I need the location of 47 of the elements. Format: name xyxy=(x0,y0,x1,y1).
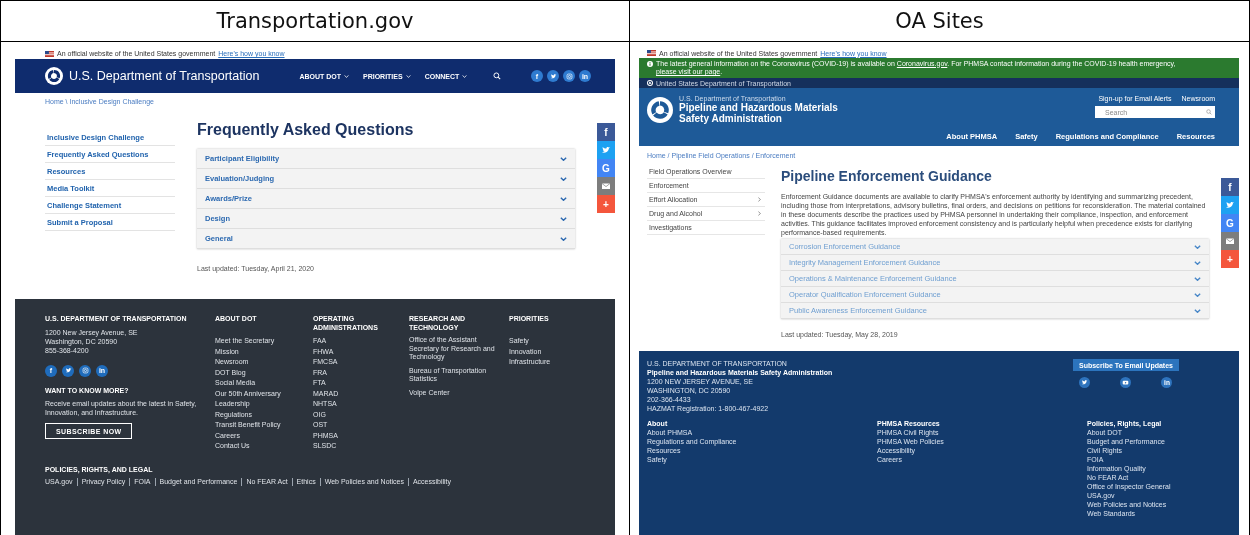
page-heading: Pipeline Enforcement Guidance xyxy=(781,168,993,184)
bird-icon xyxy=(64,367,72,374)
chevron-down-icon xyxy=(1194,244,1201,249)
column-heading: Transportation.gov xyxy=(216,9,414,33)
social-button[interactable] xyxy=(1079,377,1091,388)
info-icon xyxy=(647,61,653,67)
social-button[interactable] xyxy=(563,70,575,82)
envelope-icon xyxy=(601,181,611,191)
share-button[interactable] xyxy=(1221,232,1239,250)
chevron-down-icon xyxy=(1194,308,1201,313)
envelope-icon xyxy=(1225,236,1235,246)
share-button[interactable]: G xyxy=(1221,214,1239,232)
bird-icon xyxy=(601,145,611,155)
share-button[interactable]: f xyxy=(597,123,615,141)
social-button[interactable] xyxy=(62,364,74,377)
social-button[interactable] xyxy=(547,70,559,82)
chevron-down-icon xyxy=(560,176,567,181)
bird-icon xyxy=(1081,379,1089,386)
share-button[interactable] xyxy=(1221,196,1239,214)
chevron-down-icon xyxy=(1194,260,1201,265)
caret-icon xyxy=(344,74,349,78)
chevron-down-icon xyxy=(1194,292,1201,297)
share-button[interactable]: f xyxy=(1221,178,1239,196)
share-button[interactable]: G xyxy=(597,159,615,177)
social-button[interactable] xyxy=(1120,377,1132,388)
chevron-down-icon xyxy=(560,236,567,241)
share-button[interactable] xyxy=(597,177,615,195)
social-button[interactable] xyxy=(79,364,91,377)
column-heading: OA Sites xyxy=(895,9,984,33)
page-heading: Frequently Asked Questions xyxy=(197,121,415,139)
chevron-down-icon xyxy=(560,196,567,201)
bird-icon xyxy=(1225,200,1235,210)
site-title[interactable]: Pipeline and Hazardous Materials Safety Administration xyxy=(679,102,838,124)
site-title[interactable]: U.S. Department of Transportation xyxy=(69,69,260,83)
search-icon[interactable] xyxy=(493,72,502,80)
camera-icon xyxy=(81,367,89,374)
caret-icon xyxy=(405,74,411,78)
caret-icon xyxy=(462,74,468,78)
swirl-logo-icon xyxy=(647,96,673,123)
chevron-down-icon xyxy=(560,156,567,161)
bird-icon xyxy=(549,72,557,80)
swirl-logo-icon xyxy=(45,67,63,85)
chevron-down-icon xyxy=(560,216,567,221)
camera-icon xyxy=(565,72,573,80)
play-icon xyxy=(1122,379,1130,386)
share-button[interactable] xyxy=(597,141,615,159)
chevron-down-icon xyxy=(1194,276,1201,281)
